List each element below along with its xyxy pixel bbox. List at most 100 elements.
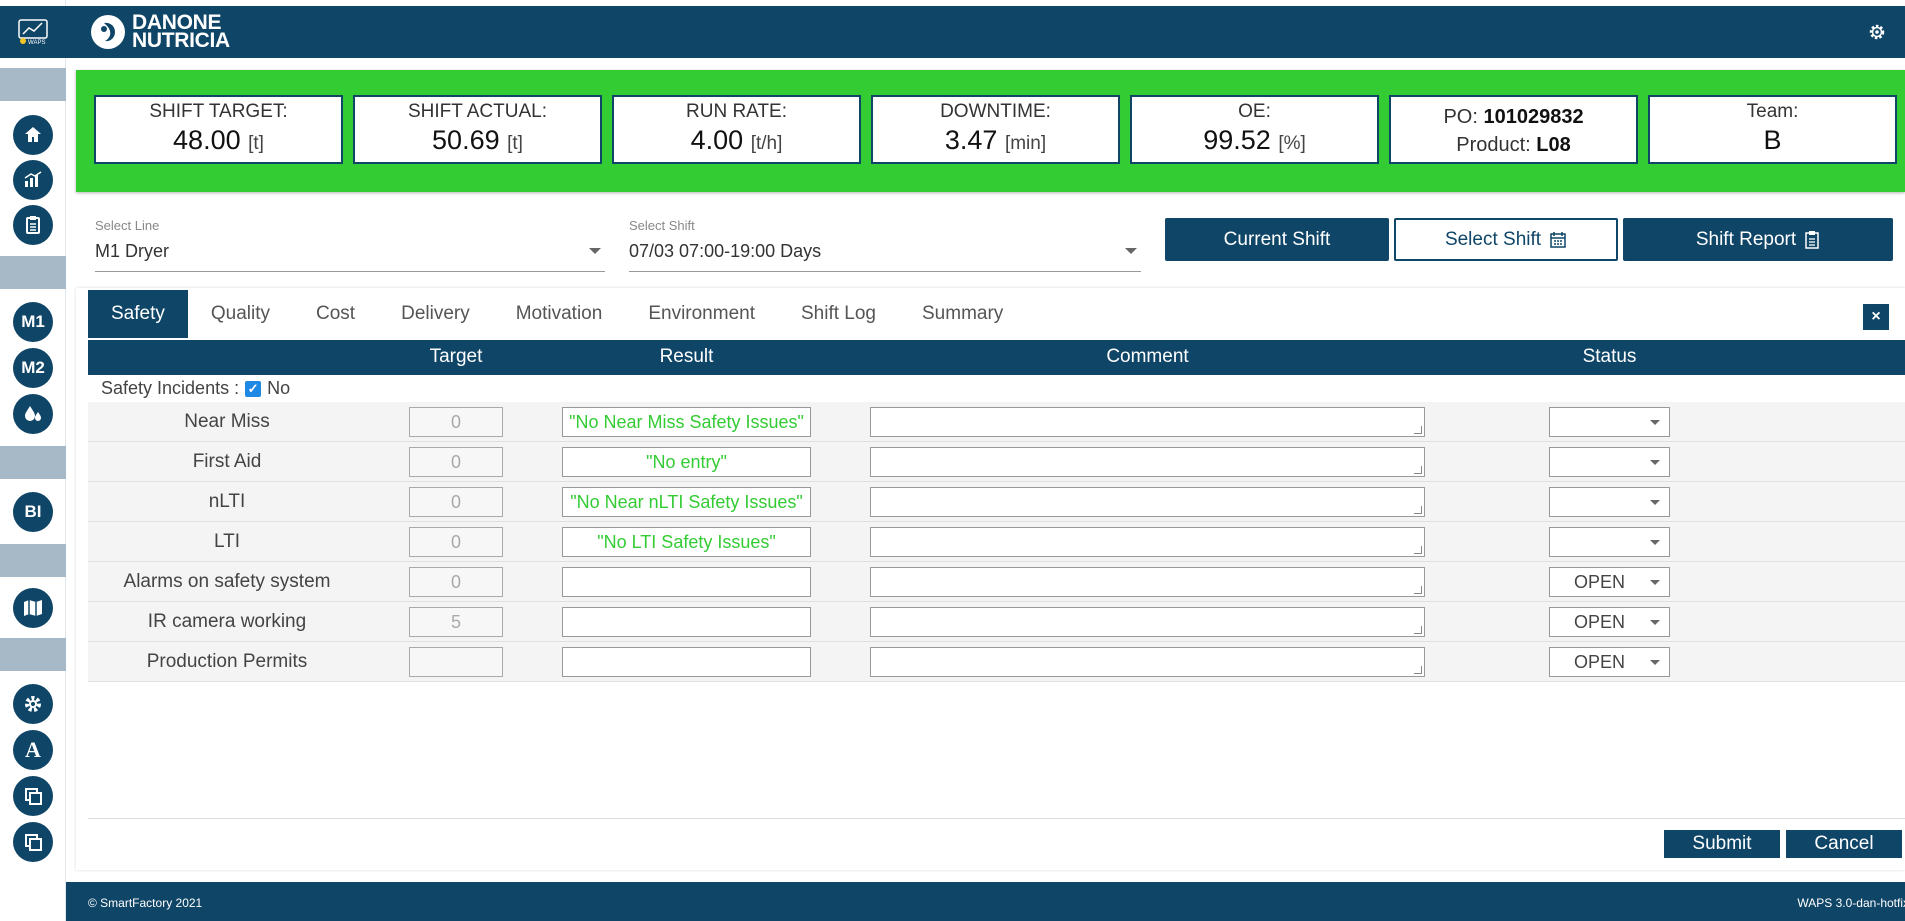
product-label: Product: <box>1456 134 1531 156</box>
row-label: IR camera working <box>147 611 307 632</box>
target-input[interactable]: 0 <box>409 447 503 477</box>
brand-logo[interactable]: DANONE NUTRICIA <box>90 12 230 52</box>
drops-icon[interactable] <box>13 394 53 434</box>
submit-button[interactable]: Submit <box>1664 830 1780 858</box>
comment-textarea[interactable] <box>870 407 1425 437</box>
calendar-icon <box>1550 231 1566 248</box>
tab-cost[interactable]: Cost <box>293 290 378 338</box>
chevron-down-icon <box>1650 460 1660 465</box>
resize-handle-icon[interactable] <box>1414 586 1422 594</box>
kpi-value: 48.00 <box>173 125 241 155</box>
select-shift-dropdown[interactable]: Select Shift 07/03 07:00-19:00 Days <box>629 216 1141 272</box>
gear-icon[interactable] <box>1867 22 1887 42</box>
chevron-down-icon <box>589 248 601 254</box>
kpi-unit: [min] <box>1004 133 1047 154</box>
select-shift-value: 07/03 07:00-19:00 Days <box>629 241 822 261</box>
tab-safety[interactable]: Safety <box>88 290 188 338</box>
safety-incidents: Safety Incidents : ✓ No <box>101 378 290 399</box>
status-select[interactable]: OPEN <box>1549 647 1670 677</box>
tab-motivation[interactable]: Motivation <box>493 290 626 338</box>
table-row: First Aid 0 "No entry" <box>88 442 1905 482</box>
status-select[interactable] <box>1549 527 1670 557</box>
comment-textarea[interactable] <box>870 607 1425 637</box>
app-logo[interactable]: WAPS <box>0 6 66 58</box>
comment-textarea[interactable] <box>870 527 1425 557</box>
font-icon[interactable]: A <box>13 730 53 770</box>
map-icon[interactable] <box>13 588 53 628</box>
tab-shift-log[interactable]: Shift Log <box>778 290 899 338</box>
sidebar-separator <box>0 544 66 577</box>
select-shift-button[interactable]: Select Shift <box>1394 218 1618 261</box>
kpi-po-product: PO: 101029832 Product: L08 <box>1389 95 1638 164</box>
target-input[interactable]: 0 <box>409 567 503 597</box>
resize-handle-icon[interactable] <box>1414 546 1422 554</box>
comment-textarea[interactable] <box>870 647 1425 677</box>
resize-handle-icon[interactable] <box>1414 666 1422 674</box>
target-input[interactable]: 0 <box>409 407 503 437</box>
result-input[interactable] <box>562 567 811 597</box>
home-icon[interactable] <box>13 115 53 155</box>
header-status: Status <box>1582 346 1637 367</box>
kpi-label: OE: <box>1238 101 1271 122</box>
analytics-icon[interactable] <box>13 160 53 200</box>
result-input[interactable] <box>562 647 811 677</box>
result-input[interactable]: "No LTI Safety Issues" <box>562 527 811 557</box>
copy-icon[interactable] <box>13 776 53 816</box>
status-select[interactable]: OPEN <box>1549 567 1670 597</box>
resize-handle-icon[interactable] <box>1414 426 1422 434</box>
kpi-label: SHIFT ACTUAL: <box>407 101 547 122</box>
kpi-oe: OE: 99.52 [%] <box>1130 95 1379 164</box>
sidebar-separator <box>0 446 66 479</box>
kpi-downtime: DOWNTIME: 3.47 [min] <box>871 95 1120 164</box>
comment-textarea[interactable] <box>870 567 1425 597</box>
comment-textarea[interactable] <box>870 487 1425 517</box>
brand-line-2: NUTRICIA <box>132 29 230 52</box>
resize-handle-icon[interactable] <box>1414 466 1422 474</box>
settings-icon[interactable] <box>13 684 53 724</box>
tab-delivery[interactable]: Delivery <box>378 290 493 338</box>
tab-quality[interactable]: Quality <box>188 290 293 338</box>
resize-handle-icon[interactable] <box>1414 626 1422 634</box>
po-value: 101029832 <box>1483 106 1584 128</box>
table-row: IR camera working 5 OPEN <box>88 602 1905 642</box>
line-m1-button[interactable]: M1 <box>13 302 53 342</box>
chevron-down-icon <box>1650 580 1660 585</box>
kpi-value: 99.52 <box>1203 125 1271 155</box>
shift-report-button[interactable]: Shift Report <box>1623 218 1893 261</box>
kpi-shift-actual: SHIFT ACTUAL: 50.69 [t] <box>353 95 602 164</box>
line-m2-button[interactable]: M2 <box>13 348 53 388</box>
result-input[interactable]: "No entry" <box>562 447 811 477</box>
sidebar: WAPS M1 M2 BI A <box>0 0 66 921</box>
row-label: Production Permits <box>146 651 308 672</box>
status-select[interactable] <box>1549 407 1670 437</box>
checkbox-icon[interactable]: ✓ <box>245 380 262 397</box>
panel-divider <box>88 818 1905 819</box>
footer: © SmartFactory 2021 WAPS 3.0-dan-hotfix <box>66 882 1905 921</box>
cancel-button[interactable]: Cancel <box>1786 830 1902 858</box>
close-icon[interactable]: × <box>1863 304 1889 330</box>
row-label: Near Miss <box>184 411 270 432</box>
status-select[interactable] <box>1549 447 1670 477</box>
result-input[interactable] <box>562 607 811 637</box>
kpi-value: 3.47 <box>944 125 998 155</box>
result-input[interactable]: "No Near nLTI Safety Issues" <box>562 487 811 517</box>
target-input[interactable]: 5 <box>409 607 503 637</box>
tab-summary[interactable]: Summary <box>899 290 1026 338</box>
copy-icon[interactable] <box>13 822 53 862</box>
result-input[interactable]: "No Near Miss Safety Issues" <box>562 407 811 437</box>
resize-handle-icon[interactable] <box>1414 506 1422 514</box>
kpi-shift-target: SHIFT TARGET: 48.00 [t] <box>94 95 343 164</box>
bi-button[interactable]: BI <box>13 492 53 532</box>
tab-environment[interactable]: Environment <box>625 290 778 338</box>
target-input[interactable]: 0 <box>409 487 503 517</box>
row-label: First Aid <box>192 451 262 472</box>
status-select[interactable]: OPEN <box>1549 607 1670 637</box>
clipboard-icon[interactable] <box>13 205 53 245</box>
comment-textarea[interactable] <box>870 447 1425 477</box>
current-shift-button[interactable]: Current Shift <box>1165 218 1389 261</box>
select-line-dropdown[interactable]: Select Line M1 Dryer <box>95 216 605 272</box>
target-input[interactable]: 0 <box>409 527 503 557</box>
status-select[interactable] <box>1549 487 1670 517</box>
target-input[interactable] <box>409 647 503 677</box>
sidebar-separator <box>0 68 66 101</box>
